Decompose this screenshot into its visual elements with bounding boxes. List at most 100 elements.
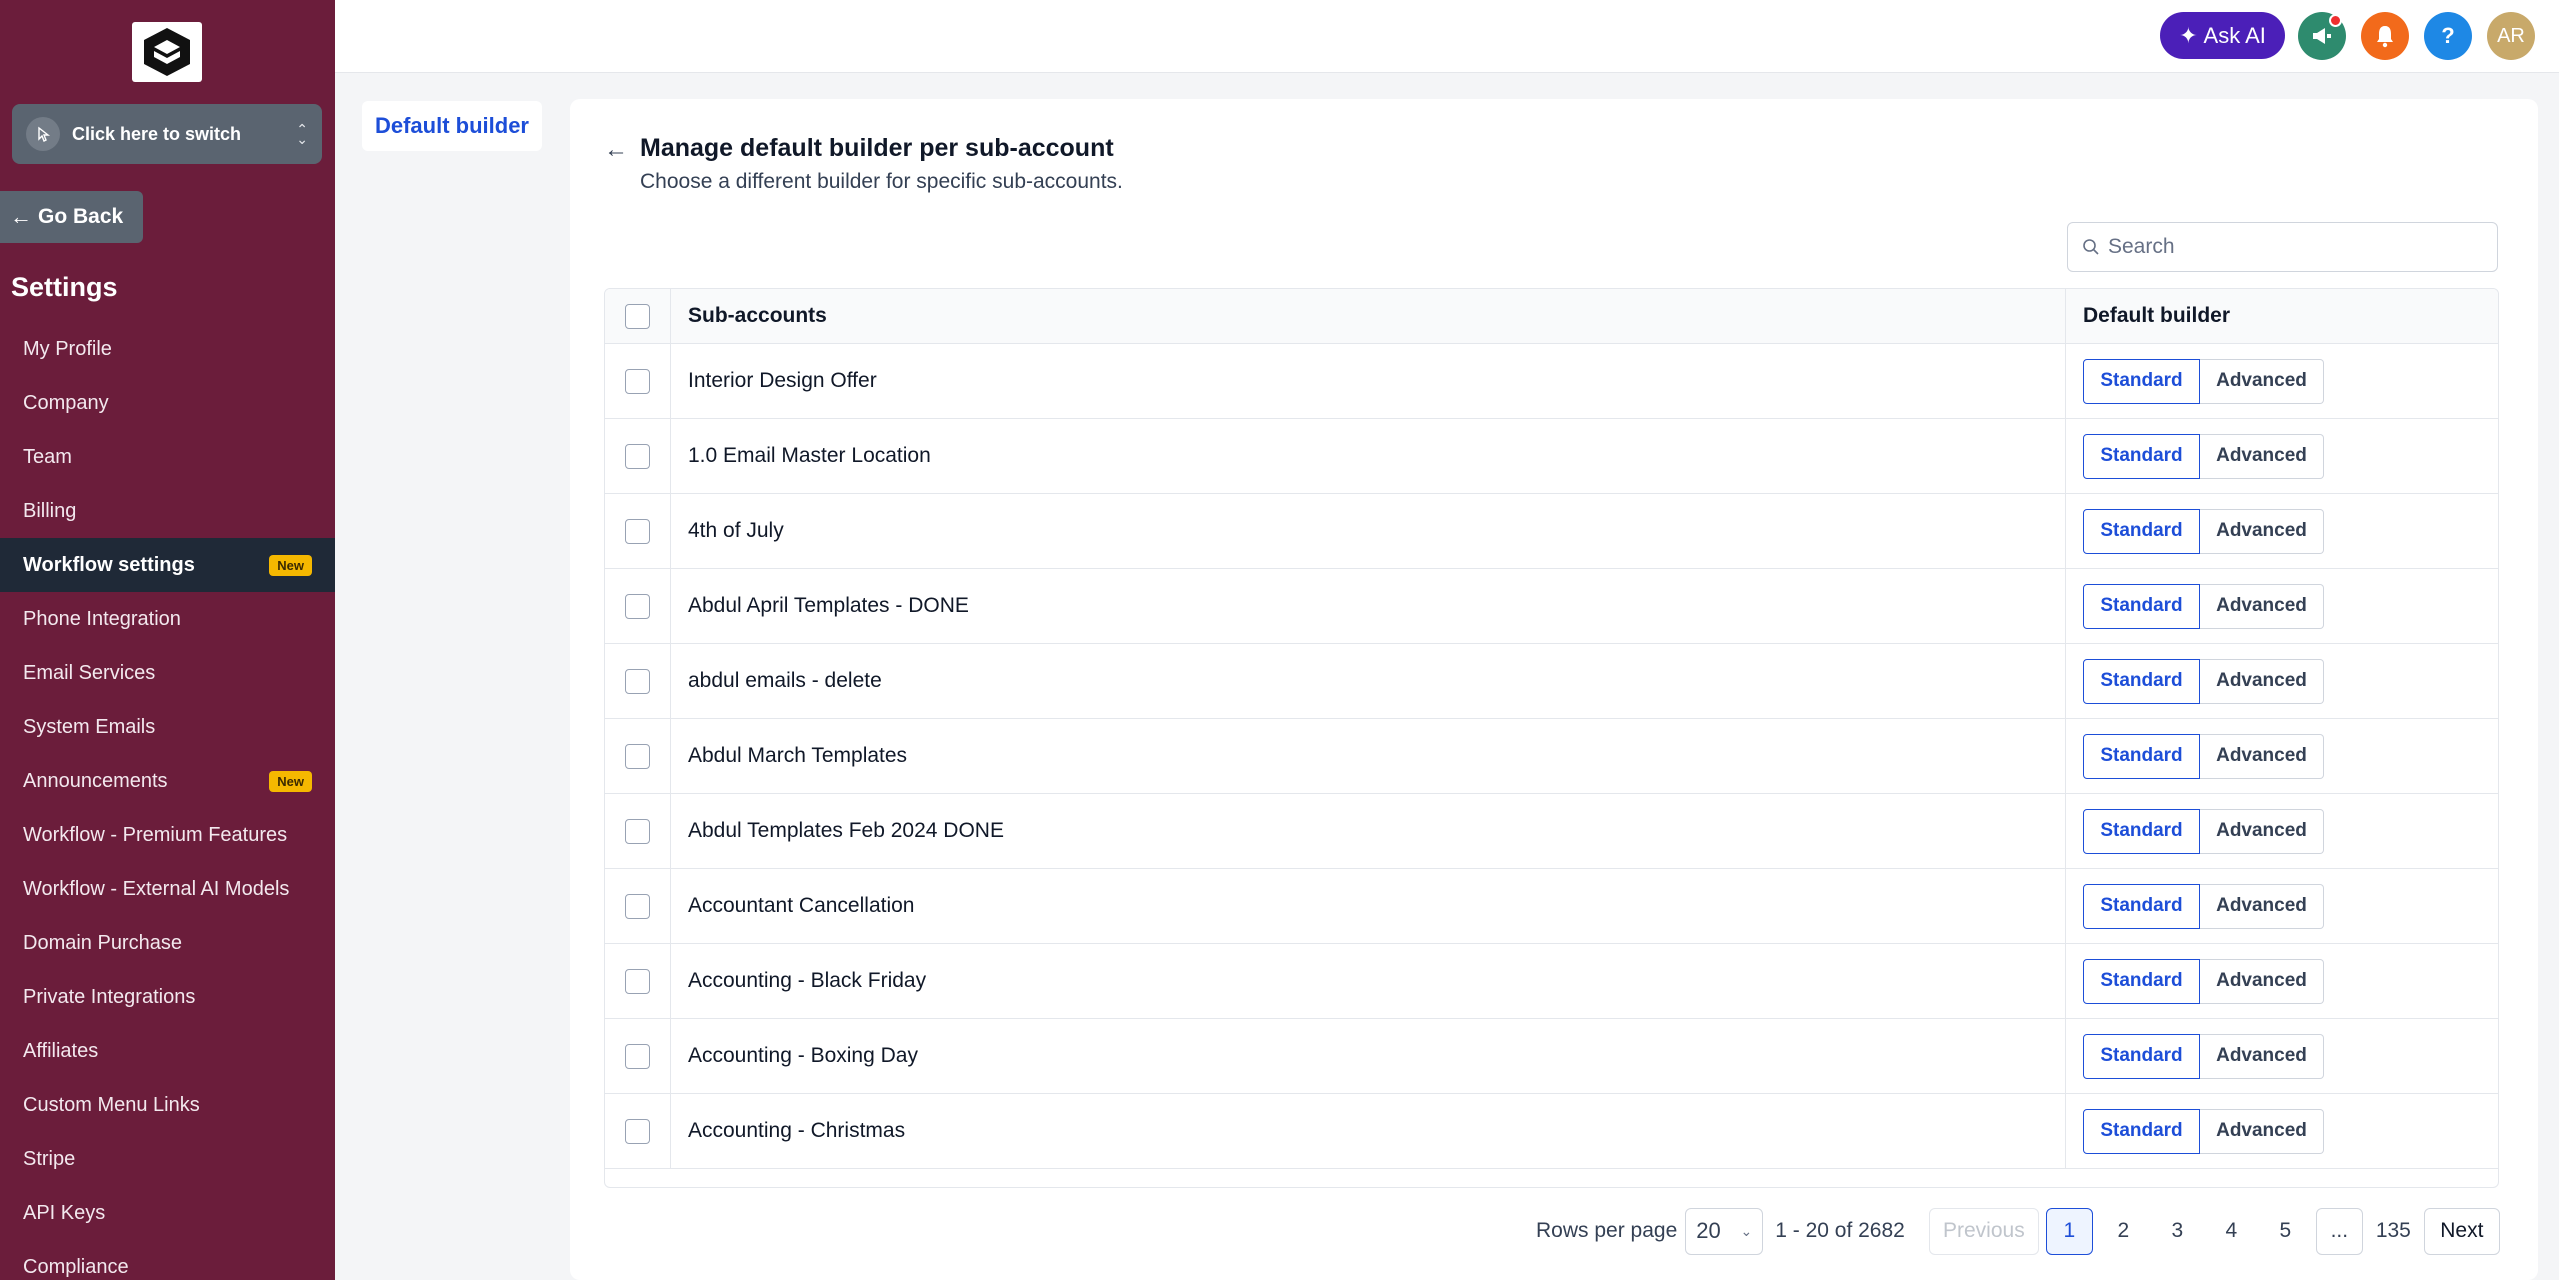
row-checkbox[interactable] [625,368,650,394]
notification-dot [2329,14,2342,27]
switcher-label: Click here to switch [72,123,242,144]
sidebar-item-compliance[interactable]: Compliance [0,1240,335,1280]
row-checkbox[interactable] [625,968,650,994]
row-checkbox[interactable] [625,893,650,919]
search-field[interactable] [2067,222,2498,272]
advanced-option-button[interactable]: Advanced [2200,583,2324,629]
sidebar: Click here to switch ⌃ ⌄ ← Go Back Settin… [0,0,335,1280]
advanced-option-button[interactable]: Advanced [2200,358,2324,404]
sidebar-item-system-emails[interactable]: System Emails [0,700,335,754]
table-row: Abdul Templates Feb 2024 DONE Standard Adv… [605,794,2498,869]
help-button[interactable]: ? [2424,12,2472,60]
bell-icon [2377,26,2393,48]
user-avatar[interactable]: AR [2487,12,2535,60]
row-checkbox[interactable] [625,668,650,694]
sub-account-name: Abdul April Templates - DONE [671,569,2066,643]
row-checkbox[interactable] [625,818,650,844]
page-4-button[interactable]: 4 [2208,1208,2255,1255]
builder-toggle: Standard Advanced [2083,433,2324,479]
go-back-button[interactable]: ← Go Back [0,191,143,243]
tab-label: Default builder [374,113,529,138]
sidebar-item-private-integrations[interactable]: Private Integrations [0,970,335,1024]
ask-ai-button[interactable]: ✦ Ask AI [2160,12,2285,59]
sidebar-item-label: Announcements [23,769,168,792]
account-switcher[interactable]: Click here to switch ⌃ ⌄ [12,104,322,164]
standard-option-button[interactable]: Standard [2083,433,2200,479]
sidebar-item-email-services[interactable]: Email Services [0,646,335,700]
standard-option-button[interactable]: Standard [2083,883,2200,929]
sidebar-item-affiliates[interactable]: Affiliates [0,1024,335,1078]
sidebar-item-label: Private Integrations [23,985,196,1008]
sidebar-item-workflow-premium-features[interactable]: Workflow - Premium Features [0,808,335,862]
standard-option-button[interactable]: Standard [2083,508,2200,554]
advanced-option-button[interactable]: Advanced [2200,433,2324,479]
page-3-button[interactable]: 3 [2154,1208,2201,1255]
sidebar-item-stripe[interactable]: Stripe [0,1132,335,1186]
back-arrow-icon[interactable]: ← [604,136,628,164]
page-5-button[interactable]: 5 [2262,1208,2309,1255]
standard-option-button[interactable]: Standard [2083,958,2200,1004]
advanced-option-button[interactable]: Advanced [2200,808,2324,854]
advanced-option-button[interactable]: Advanced [2200,958,2324,1004]
page-last[interactable]: 135 [2370,1208,2417,1255]
company-logo[interactable] [132,22,202,82]
standard-option-button[interactable]: Standard [2083,658,2200,704]
sidebar-item-phone-integration[interactable]: Phone Integration [0,592,335,646]
standard-option-button[interactable]: Standard [2083,1033,2200,1079]
standard-option-button[interactable]: Standard [2083,1108,2200,1154]
row-checkbox[interactable] [625,1043,650,1069]
avatar-initials: AR [2497,24,2525,47]
advanced-option-button[interactable]: Advanced [2200,883,2324,929]
sidebar-item-custom-menu-links[interactable]: Custom Menu Links [0,1078,335,1132]
sidebar-item-company[interactable]: Company [0,376,335,430]
notifications-button[interactable] [2361,12,2409,60]
row-checkbox[interactable] [625,1118,650,1144]
ellipsis-button[interactable]: ... [2315,1207,2363,1255]
sidebar-item-label: My Profile [23,337,112,360]
row-checkbox[interactable] [625,593,650,619]
tab-default-builder[interactable]: Default builder [362,101,542,151]
row-checkbox[interactable] [625,743,650,769]
standard-option-button[interactable]: Standard [2083,808,2200,854]
next-page-button[interactable]: Next [2423,1207,2500,1255]
sidebar-item-announcements[interactable]: Announcements New [0,754,335,808]
sidebar-item-workflow-external-ai-models[interactable]: Workflow - External AI Models [0,862,335,916]
standard-option-button[interactable]: Standard [2083,733,2200,779]
sidebar-item-api-keys[interactable]: API Keys [0,1186,335,1240]
page-title: Manage default builder per sub-account [640,134,1114,162]
page-2-button[interactable]: 2 [2100,1208,2147,1255]
table-body: Interior Design Offer Standard Advanced 1.0… [605,344,2498,1169]
sidebar-item-my-profile[interactable]: My Profile [0,322,335,376]
builder-toggle: Standard Advanced [2083,1108,2324,1154]
sidebar-item-billing[interactable]: Billing [0,484,335,538]
advanced-option-button[interactable]: Advanced [2200,1108,2324,1154]
sidebar-item-workflow-settings[interactable]: Workflow settings New [0,538,335,592]
settings-nav: My Profile Company Team Billing Workflow set… [0,322,335,1280]
go-back-label: Go Back [38,205,124,228]
sidebar-item-domain-purchase[interactable]: Domain Purchase [0,916,335,970]
new-badge: New [269,770,312,792]
sub-account-name: 4th of July [671,494,2066,568]
search-input[interactable] [2108,235,2488,259]
page-1-button[interactable]: 1 [2045,1207,2093,1255]
sub-account-name: abdul emails - delete [671,644,2066,718]
sidebar-item-label: API Keys [23,1201,106,1224]
advanced-option-button[interactable]: Advanced [2200,1033,2324,1079]
rows-per-page-value: 20 [1696,1218,1721,1243]
row-checkbox[interactable] [625,443,650,469]
advanced-option-button[interactable]: Advanced [2200,508,2324,554]
select-all-checkbox[interactable] [625,303,650,329]
previous-page-button[interactable]: Previous [1928,1207,2039,1255]
advanced-option-button[interactable]: Advanced [2200,733,2324,779]
page-numbers: 12345 [2045,1207,2316,1255]
sidebar-item-team[interactable]: Team [0,430,335,484]
standard-option-button[interactable]: Standard [2083,583,2200,629]
table-header: Sub-accounts Default builder [605,289,2498,344]
advanced-option-button[interactable]: Advanced [2200,658,2324,704]
sub-account-name: Accounting - Christmas [671,1094,2066,1168]
rows-per-page-select[interactable]: 20 ⌄ [1685,1207,1764,1255]
announcement-button[interactable] [2298,12,2346,60]
standard-option-button[interactable]: Standard [2083,358,2200,404]
row-checkbox[interactable] [625,518,650,544]
builder-toggle: Standard Advanced [2083,958,2324,1004]
